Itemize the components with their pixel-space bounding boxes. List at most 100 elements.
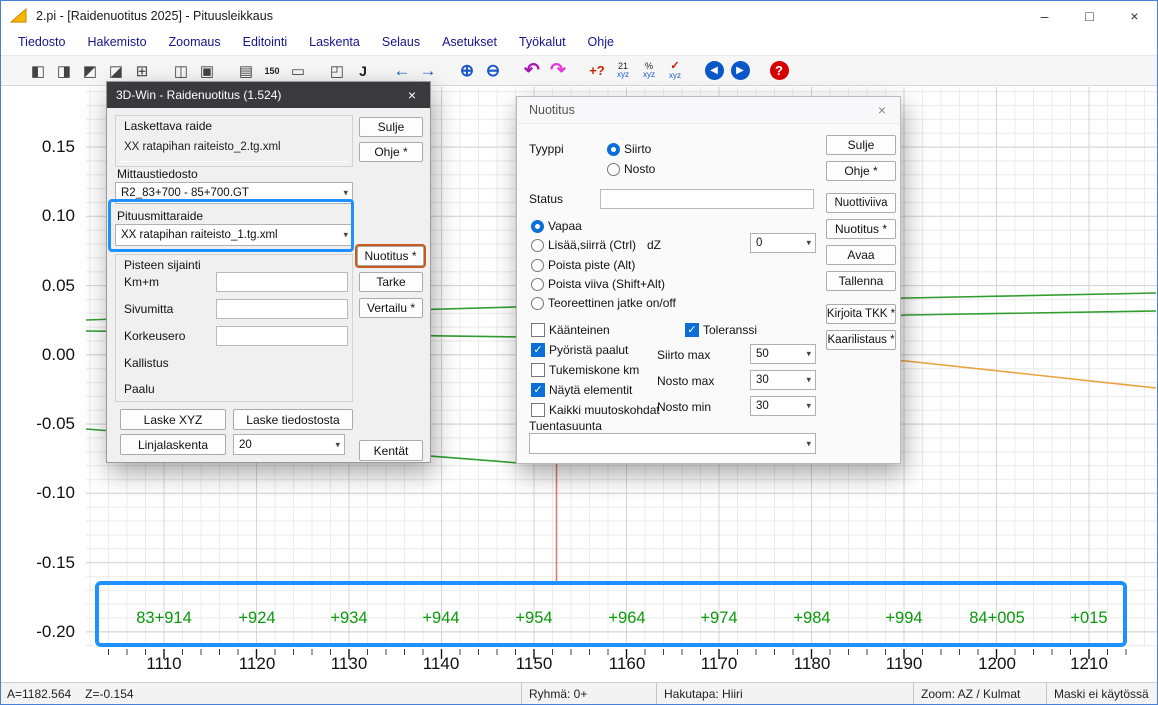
teoreettinen-jatke-radio[interactable] [531,297,544,310]
x-axis-tick-label: 1180 [766,654,858,674]
kaarilistaus-button[interactable]: Kaarilistaus * [826,330,896,350]
chevron-down-icon: ▾ [806,438,811,449]
x-axis-tick-label: 1170 [673,654,765,674]
chevron-down-icon: ▾ [806,401,811,412]
tarke-button[interactable]: Tarke [359,272,423,292]
nuotitus-button[interactable]: Nuotitus * [826,219,896,239]
nuotitus-button[interactable]: Nuotitus * [357,246,424,266]
chevron-down-icon: ▾ [806,238,811,249]
poista-piste-radio-label: Poista piste (Alt) [548,258,635,272]
close-icon[interactable]: × [394,82,430,108]
chevron-down-icon: ▾ [343,188,348,199]
lisaa-siirra-radio[interactable] [531,239,544,252]
nosto-radio-label: Nosto [624,162,655,176]
status-a-value: A=1182.564 [7,687,71,701]
raidenuotitus-dialog: 3D-Win - Raidenuotitus (1.524) × Laskett… [106,81,431,463]
x-axis-tick-label: 1200 [951,654,1043,674]
kallistus-label: Kallistus [124,356,169,370]
nuotitus-dialog-titlebar[interactable]: Nuotitus × [517,97,900,124]
ohje-button[interactable]: Ohje * [359,142,423,162]
vertailu-button[interactable]: Vertailu * [359,298,423,318]
laske-tiedostosta-button[interactable]: Laske tiedostosta [233,409,353,430]
toleranssi-checkbox[interactable]: ✓ [685,323,699,337]
y-axis-tick-label: -0.10 [9,483,75,503]
poista-piste-radio[interactable] [531,259,544,272]
lisaa-siirra-radio-label: Lisää,siirrä (Ctrl) [548,238,636,252]
status-maski: Maski ei käytössä [1046,683,1157,704]
tyyppi-label: Tyyppi [529,142,564,156]
ohje-button[interactable]: Ohje * [826,161,896,181]
raidenuotitus-dialog-titlebar[interactable]: 3D-Win - Raidenuotitus (1.524) × [107,82,430,108]
laskettava-raide-group: Laskettava raide XX ratapihan raiteisto_… [115,115,353,167]
poista-viiva-radio[interactable] [531,278,544,291]
x-axis-tick-label: 1120 [211,654,303,674]
pyorista-paalut-checkbox[interactable]: ✓ [531,343,545,357]
status-input[interactable] [600,189,814,209]
combo-value: 0 [756,237,762,249]
korkeusero-input[interactable] [216,326,348,346]
korkeusero-label: Korkeusero [124,329,185,343]
status-zoom: Zoom: AZ / Kulmat [913,683,1046,704]
x-axis-tick-label: 1190 [858,654,950,674]
tukemiskone-km-checkbox[interactable] [531,363,545,377]
poista-viiva-radio-label: Poista viiva (Shift+Alt) [548,277,665,291]
siirto-max-label: Siirto max [657,348,710,362]
y-axis-tick-label: 0.15 [9,137,75,157]
check-icon: ✓ [533,384,542,396]
x-axis-tick-label: 1110 [118,654,210,674]
status-hakutapa-text: Hakutapa: Hiiri [664,687,743,701]
y-axis-tick-label: -0.05 [9,414,75,434]
close-icon[interactable]: × [864,97,900,123]
status-ryhma-text: Ryhmä: 0+ [529,687,587,701]
pyorista-paalut-checkbox-label: Pyöristä paalut [549,343,628,357]
sulje-button[interactable]: Sulje [826,135,896,155]
chevron-down-icon: ▾ [335,439,340,450]
y-axis-tick-label: 0.05 [9,276,75,296]
nuotitus-dialog: Nuotitus × Tyyppi Siirto Nosto Status Va… [516,96,901,464]
teoreettinen-jatke-radio-label: Teoreettinen jatke on/off [548,296,676,310]
kmm-input[interactable] [216,272,348,292]
linjalaskenta-button[interactable]: Linjalaskenta [120,434,226,455]
nosto-radio[interactable] [607,163,620,176]
interval-select[interactable]: 20 ▾ [233,434,345,455]
siirto-radio[interactable] [607,143,620,156]
dz-label: dZ [647,238,661,252]
x-axis-tick-label: 1160 [581,654,673,674]
toleranssi-checkbox-label: Toleranssi [703,323,757,337]
status-ryhma: Ryhmä: 0+ [521,683,656,704]
kaanteinen-checkbox[interactable] [531,323,545,337]
x-axis-tick-label: 1130 [303,654,395,674]
mittaustiedosto-label: Mittaustiedosto [117,167,198,181]
vapaa-radio-label: Vapaa [548,219,582,233]
status-z-value: Z=-0.154 [85,687,133,701]
status-zoom-text: Zoom: AZ / Kulmat [921,687,1020,701]
paalu-label: Paalu [124,382,155,396]
dialog-title: Nuotitus [529,103,575,117]
nosto-max-select[interactable]: 30 ▾ [750,370,816,390]
combo-value: 20 [239,439,252,451]
dz-select[interactable]: 0 ▾ [750,233,816,253]
sivumitta-label: Sivumitta [124,302,173,316]
nosto-min-select[interactable]: 30 ▾ [750,396,816,416]
nayta-elementit-checkbox[interactable]: ✓ [531,383,545,397]
tallenna-button[interactable]: Tallenna [826,271,896,291]
nuottiviiva-button[interactable]: Nuottiviiva [826,193,896,213]
laske-xyz-button[interactable]: Laske XYZ [120,409,226,430]
highlight-box-stations [95,581,1127,647]
avaa-button[interactable]: Avaa [826,245,896,265]
app-window: 2.pi - [Raidenuotitus 2025] - Pituusleik… [0,0,1158,705]
x-axis-tick-label: 1210 [1043,654,1135,674]
kirjoita-tkk-button[interactable]: Kirjoita TKK * [826,304,896,324]
y-axis-tick-label: 0.00 [9,345,75,365]
check-icon: ✓ [687,324,696,336]
vapaa-radio[interactable] [531,220,544,233]
tuentasuunta-select[interactable]: ▾ [529,433,816,454]
kentat-button[interactable]: Kentät [359,440,423,461]
status-bar: A=1182.564 Z=-0.154 Ryhmä: 0+ Hakutapa: … [1,682,1157,704]
nosto-max-label: Nosto max [657,374,714,388]
nayta-elementit-checkbox-label: Näytä elementit [549,383,632,397]
kaikki-muutoskohdat-checkbox[interactable] [531,403,545,417]
siirto-max-select[interactable]: 50 ▾ [750,344,816,364]
sulje-button[interactable]: Sulje [359,117,423,137]
sivumitta-input[interactable] [216,299,348,319]
